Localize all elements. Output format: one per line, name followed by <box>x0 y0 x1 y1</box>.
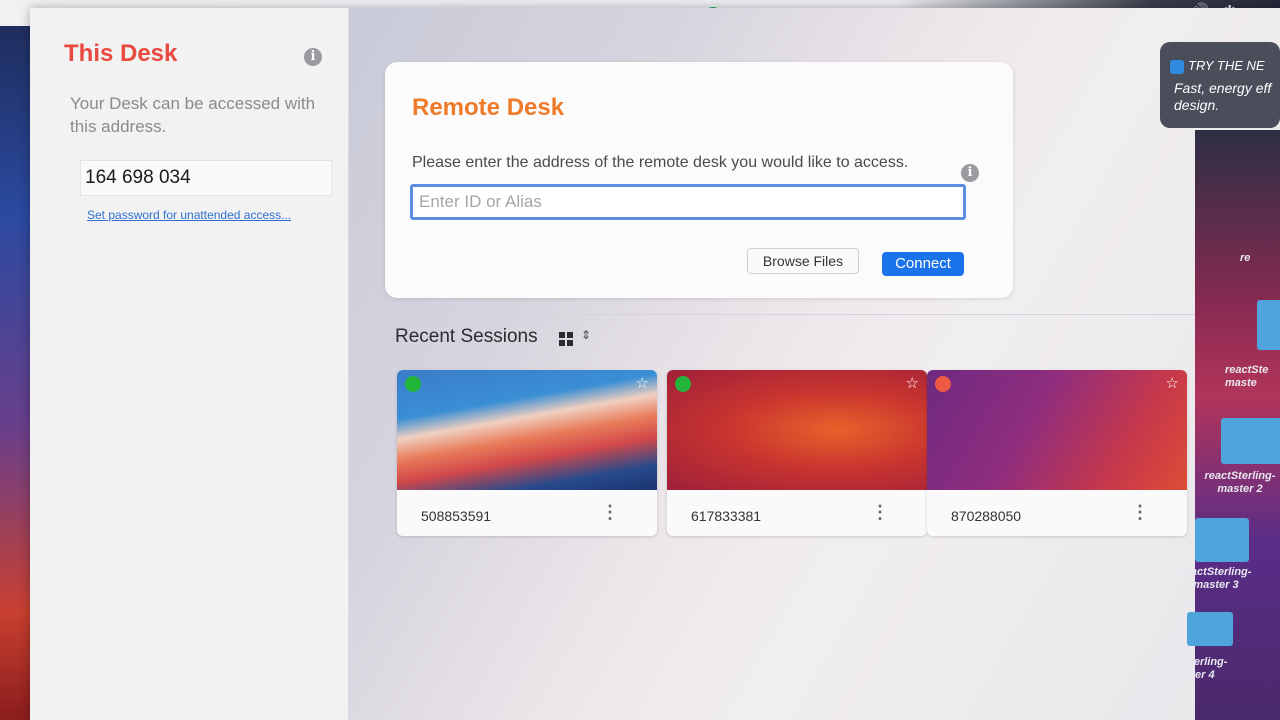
sidebar: This Desk i Your Desk can be accessed wi… <box>30 8 349 720</box>
remote-address-input[interactable] <box>410 184 966 220</box>
notification-title-text: TRY THE NE <box>1188 58 1265 73</box>
app-badge-icon <box>1170 59 1184 74</box>
info-icon[interactable]: i <box>961 164 979 182</box>
info-icon[interactable]: i <box>304 48 322 66</box>
more-options-icon[interactable]: ⋮ <box>1131 502 1149 523</box>
folder-icon[interactable] <box>1257 300 1280 350</box>
session-id: 617833381 <box>691 508 762 524</box>
desk-address-field[interactable]: 164 698 034 <box>80 160 332 196</box>
session-card[interactable]: ☆ 508853591 ⋮ <box>397 370 657 536</box>
connect-button[interactable]: Connect <box>882 252 964 276</box>
star-icon[interactable]: ☆ <box>636 374 649 392</box>
remote-desk-title: Remote Desk <box>412 94 565 121</box>
desktop-strip: re reactSte maste reactSterling-master 2… <box>1157 130 1280 720</box>
session-thumbnail[interactable] <box>927 370 1187 490</box>
status-dot <box>935 376 951 392</box>
session-id: 870288050 <box>951 508 1022 524</box>
desktop-partial-text: re <box>1240 252 1251 264</box>
app-window: This Desk i Your Desk can be accessed wi… <box>30 8 1280 720</box>
folder-label[interactable]: reactSterling-master 3 <box>1171 566 1261 592</box>
status-dot <box>405 376 421 392</box>
notification-body: Fast, energy eff design. <box>1174 80 1272 113</box>
grid-view-icon[interactable] <box>559 332 573 346</box>
divider <box>393 314 1233 315</box>
session-thumbnail[interactable] <box>667 370 927 490</box>
star-icon[interactable]: ☆ <box>1166 374 1179 392</box>
this-desk-title: This Desk <box>64 40 178 67</box>
notification-toast[interactable]: TRY THE NE Fast, energy eff design. <box>1160 42 1280 128</box>
sort-toggle-icon[interactable]: ⇕ <box>581 328 591 342</box>
remote-desk-prompt: Please enter the address of the remote d… <box>412 154 909 171</box>
more-options-icon[interactable]: ⋮ <box>871 502 889 523</box>
status-dot <box>675 376 691 392</box>
folder-label[interactable]: reactSte maste <box>1225 364 1280 390</box>
notification-title: TRY THE NE <box>1170 58 1265 74</box>
remote-desk-card: Remote Desk Please enter the address of … <box>385 62 1013 298</box>
more-options-icon[interactable]: ⋮ <box>601 502 619 523</box>
session-card[interactable]: ☆ 617833381 ⋮ <box>667 370 927 536</box>
folder-label[interactable]: reactSterling-master 4 <box>1147 656 1237 682</box>
folder-icon[interactable] <box>1187 612 1233 646</box>
folder-icon[interactable] <box>1221 418 1280 464</box>
browse-files-button[interactable]: Browse Files <box>747 248 859 274</box>
folder-label[interactable]: reactSterling-master 2 <box>1195 470 1280 496</box>
session-id: 508853591 <box>421 508 492 524</box>
this-desk-description: Your Desk can be accessed with this addr… <box>70 94 316 136</box>
session-card[interactable]: ☆ 870288050 ⋮ <box>927 370 1187 536</box>
folder-icon[interactable] <box>1195 518 1249 562</box>
main-area: Remote Desk Please enter the address of … <box>349 8 1280 720</box>
session-thumbnail[interactable] <box>397 370 657 490</box>
recent-sessions-title: Recent Sessions <box>395 326 538 347</box>
star-icon[interactable]: ☆ <box>906 374 919 392</box>
set-password-link[interactable]: Set password for unattended access... <box>87 208 291 222</box>
